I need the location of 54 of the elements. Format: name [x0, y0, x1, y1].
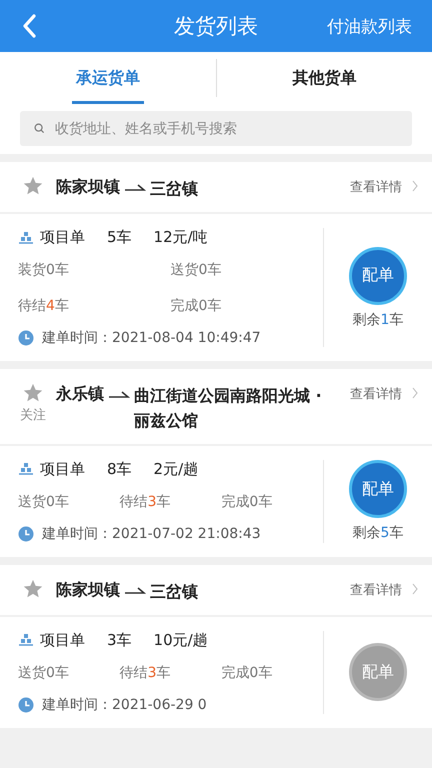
chevron-icon[interactable] [412, 180, 418, 192]
search-field[interactable]: 收货地址、姓名或手机号搜索 [20, 111, 412, 146]
tab[interactable]: 其他货单 [217, 52, 432, 104]
back-icon[interactable] [22, 14, 36, 38]
detail-link[interactable]: 查看详情 [350, 385, 402, 403]
destination-text: 三岔镇 [150, 580, 199, 603]
price-text: 12元/吨 [154, 228, 208, 247]
price-text: 10元/趟 [154, 630, 208, 650]
price-text: 2元/趟 [154, 460, 198, 479]
created-time: 建单时间：2021-06-29 0 [42, 696, 207, 714]
created-time: 建单时间：2021-07-02 21:08:43 [42, 524, 261, 543]
assign-button[interactable]: 配单 [349, 460, 407, 518]
stat-text: 送货0车 [18, 492, 70, 511]
stat-text: 送货0车 [170, 261, 222, 279]
destination-text: 曲江街道公园南路阳光城 · 丽兹公馆 [134, 385, 323, 432]
chevron-icon[interactable] [412, 387, 418, 399]
stat-text: 装货0车 [18, 261, 70, 279]
follow-label: 关注 [20, 407, 46, 424]
header-link[interactable]: 付油款列表 [327, 14, 412, 38]
clock-icon [18, 696, 34, 713]
car-count: 8车 [107, 460, 132, 479]
chevron-icon[interactable] [412, 582, 418, 595]
project-type: 项目单 [40, 630, 85, 650]
detail-link[interactable]: 查看详情 [350, 178, 402, 196]
boxes-icon [18, 462, 34, 476]
clock-icon [18, 330, 34, 346]
boxes-icon [18, 230, 34, 244]
search-icon [34, 123, 45, 134]
origin-text: 陈家坝镇 [56, 177, 120, 198]
project-type: 项目单 [40, 460, 85, 479]
detail-link[interactable]: 查看详情 [350, 580, 402, 599]
stat-text: 待结4车 [18, 297, 70, 315]
assign-button[interactable]: 配单 [349, 246, 407, 304]
remaining-text: 剩余1车 [352, 310, 404, 328]
page-title: 发货列表 [174, 13, 258, 40]
stat-text: 完成0车 [221, 492, 274, 511]
origin-text: 永乐镇 [56, 384, 104, 405]
stat-text: 送货0车 [18, 664, 70, 682]
remaining-text: 剩余5车 [352, 524, 404, 542]
project-type: 项目单 [40, 228, 85, 247]
stat-text: 待结3车 [120, 492, 172, 511]
stat-text: 待结3车 [120, 664, 172, 682]
stat-text: 完成0车 [170, 297, 222, 315]
car-count: 3车 [107, 630, 132, 650]
origin-text: 陈家坝镇 [56, 580, 120, 601]
boxes-icon [18, 633, 34, 648]
destination-text: 三岔镇 [150, 178, 199, 200]
stat-text: 完成0车 [221, 664, 274, 682]
star-icon[interactable] [22, 578, 44, 600]
car-count: 5车 [107, 228, 132, 247]
clock-icon [18, 526, 34, 542]
star-icon[interactable] [22, 382, 44, 404]
star-icon[interactable] [22, 175, 44, 197]
created-time: 建单时间：2021-08-04 10:49:47 [42, 329, 261, 347]
